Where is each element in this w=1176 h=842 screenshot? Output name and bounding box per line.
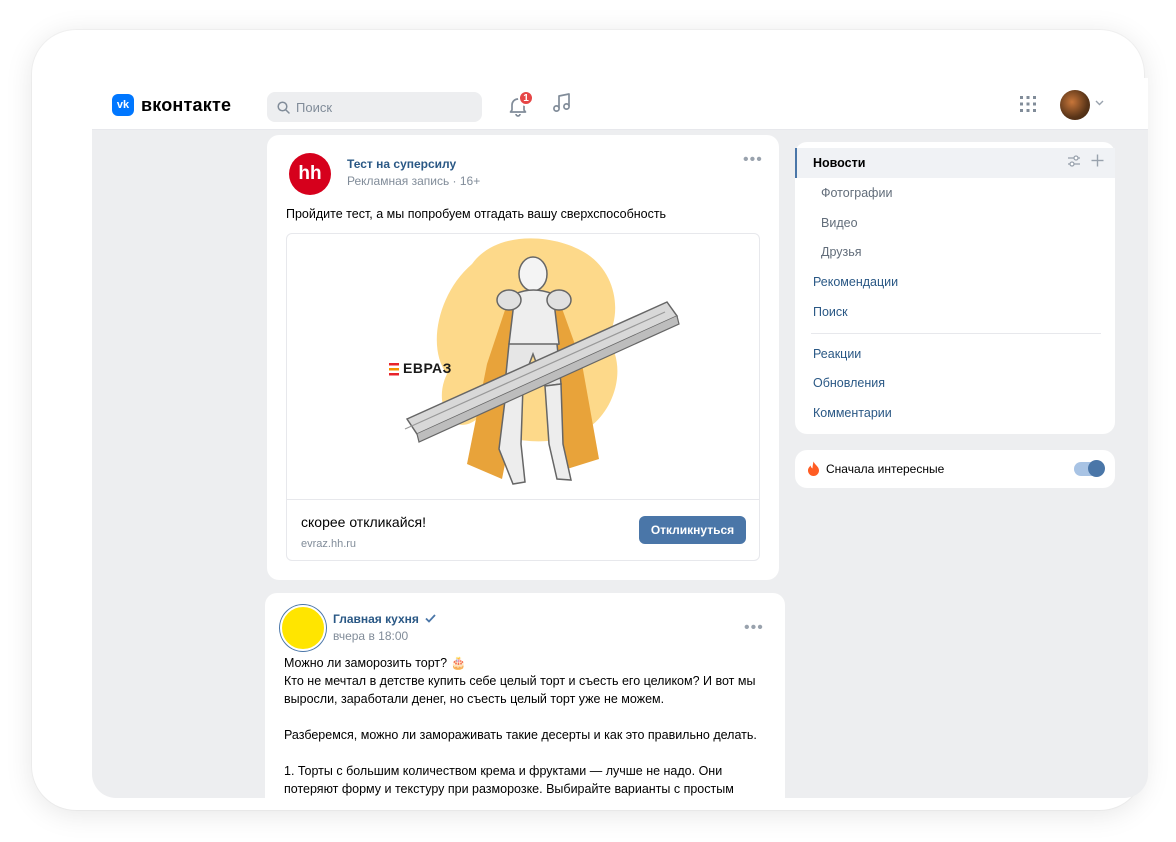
menu-item-recommendations[interactable]: Рекомендации — [813, 275, 898, 289]
interesting-first-toggle[interactable] — [1074, 460, 1105, 477]
hh-logo[interactable]: hh — [289, 153, 331, 195]
brand-name: ЕВРАЗ — [403, 360, 452, 376]
app-screen: vk вконтакте 1 — [92, 78, 1148, 798]
interesting-first-label: Сначала интересные — [826, 462, 945, 476]
community-avatar[interactable] — [280, 605, 326, 651]
menu-item-updates[interactable]: Обновления — [813, 376, 885, 390]
vk-logo-icon: vk — [112, 94, 134, 116]
search-input[interactable] — [296, 99, 466, 115]
notifications-button[interactable]: 1 — [506, 90, 534, 118]
menu-actions — [1067, 154, 1104, 167]
flame-icon — [808, 461, 819, 476]
vk-logo[interactable]: vk вконтакте — [112, 94, 231, 116]
toggle-knob — [1088, 460, 1105, 477]
ad-post-card: hh Тест на суперсилу Рекламная запись · … — [267, 135, 779, 580]
ad-meta: Рекламная запись · 16+ — [347, 174, 481, 188]
menu-item-reactions[interactable]: Реакции — [813, 347, 861, 361]
user-avatar[interactable] — [1060, 90, 1090, 120]
more-options-icon[interactable]: ••• — [744, 619, 764, 637]
menu-divider — [811, 333, 1101, 334]
post-author-link[interactable]: Главная кухня — [333, 612, 419, 626]
ad-footer: скорее откликайся! evraz.hh.ru Откликнут… — [287, 500, 759, 560]
menu-item-search[interactable]: Поиск — [813, 305, 848, 319]
music-icon — [553, 93, 570, 112]
post-line: 1. Торты с большим количеством крема и ф… — [284, 764, 734, 796]
post-line: Можно ли заморозить торт? 🎂 — [284, 656, 467, 670]
notification-badge: 1 — [518, 90, 534, 106]
menu-item-friends[interactable]: Друзья — [821, 245, 862, 259]
post-line: Кто не мечтал в детстве купить себе целы… — [284, 674, 756, 706]
search-icon — [277, 100, 290, 114]
device-frame: vk вконтакте 1 — [32, 30, 1148, 810]
vk-logo-text: вконтакте — [141, 94, 232, 115]
feed-menu: Новости Фотографии Видео Друзья Рекоменд… — [795, 142, 1115, 434]
menu-item-comments[interactable]: Комментарии — [813, 406, 892, 420]
menu-item-news-label: Новости — [813, 156, 866, 170]
post-time[interactable]: вчера в 18:00 — [333, 629, 408, 643]
ad-slogan: скорее откликайся! — [301, 514, 426, 530]
superhero-illustration — [389, 238, 680, 485]
search-box[interactable] — [267, 92, 482, 122]
filter-settings-icon[interactable] — [1067, 154, 1081, 167]
apps-grid-icon — [1020, 96, 1036, 112]
post-line: Разберемся, можно ли замораживать такие … — [284, 728, 757, 742]
menu-item-video[interactable]: Видео — [821, 216, 858, 230]
ad-media[interactable]: ЕВРАЗ скорее откликайся! evraz.hh.ru Отк… — [286, 233, 760, 561]
ad-author-link[interactable]: Тест на суперсилу — [347, 157, 456, 171]
music-button[interactable] — [552, 92, 572, 119]
post-card: Главная кухня вчера в 18:00 ••• Можно ли… — [265, 593, 785, 798]
apps-button[interactable] — [1019, 95, 1037, 118]
top-bar: vk вконтакте 1 — [92, 78, 1148, 130]
plus-icon[interactable] — [1091, 154, 1104, 167]
interesting-first-panel: Сначала интересные — [795, 450, 1115, 488]
post-body: Можно ли заморозить торт? 🎂 Кто не мечта… — [284, 654, 770, 798]
ad-domain[interactable]: evraz.hh.ru — [301, 538, 356, 550]
chevron-down-icon[interactable] — [1095, 100, 1104, 106]
respond-button[interactable]: Откликнуться — [639, 516, 746, 544]
ad-text: Пройдите тест, а мы попробуем отгадать в… — [286, 207, 667, 221]
post-author-row[interactable]: Главная кухня — [333, 612, 436, 626]
verified-icon — [425, 614, 436, 623]
ad-illustration: ЕВРАЗ — [287, 234, 759, 500]
menu-item-photos[interactable]: Фотографии — [821, 186, 892, 200]
more-options-icon[interactable]: ••• — [743, 151, 763, 169]
